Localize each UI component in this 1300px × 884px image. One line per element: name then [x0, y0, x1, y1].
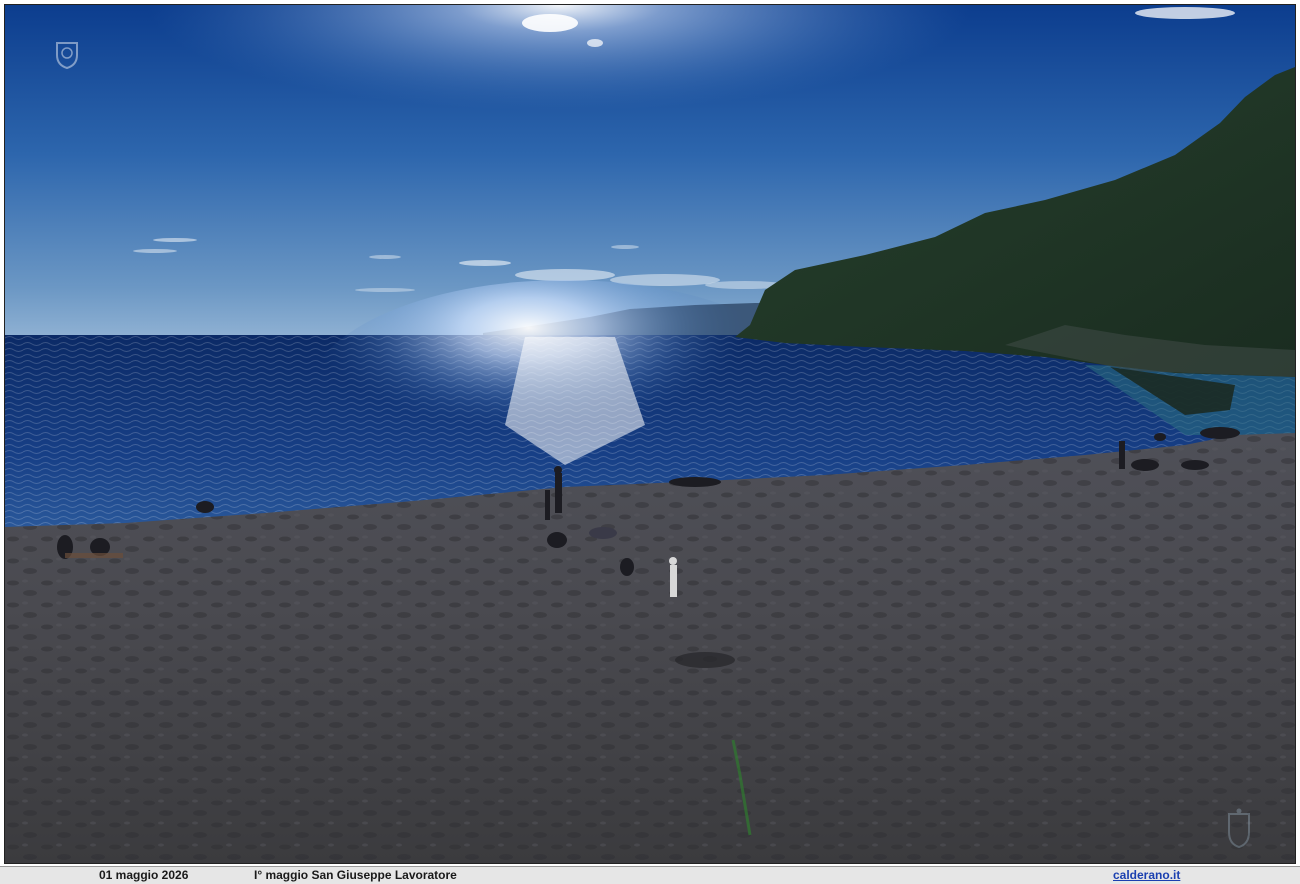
caption-date: 01 maggio 2026: [99, 868, 189, 882]
beach-scene: [5, 5, 1295, 863]
crest-watermark-icon: [56, 42, 78, 69]
sand-shadow: [675, 652, 735, 668]
crest-watermark-icon: [1228, 808, 1250, 848]
photo-frame: 01 maggio 2026 I° maggio San Giuseppe La…: [0, 0, 1300, 884]
caption-title: I° maggio San Giuseppe Lavoratore: [254, 868, 457, 882]
caption-bar: 01 maggio 2026 I° maggio San Giuseppe La…: [0, 866, 1300, 884]
beach-photo: [4, 4, 1296, 864]
site-link[interactable]: calderano.it: [1113, 868, 1180, 883]
